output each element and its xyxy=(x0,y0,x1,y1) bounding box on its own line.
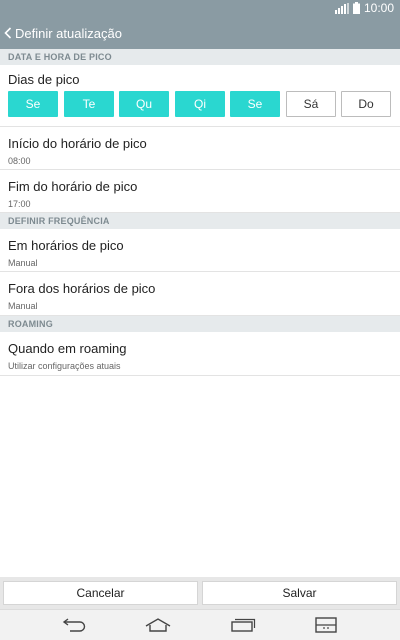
home-nav-icon[interactable] xyxy=(143,615,173,635)
peak-start-label: Início do horário de pico xyxy=(8,136,147,151)
day-toggle-sun[interactable]: Do xyxy=(341,91,391,117)
section-header-peak: DATA E HORA DE PICO xyxy=(0,49,400,65)
off-peak-row[interactable]: Fora dos horários de pico Manual xyxy=(0,272,400,316)
page-title: Definir atualização xyxy=(15,25,122,41)
in-peak-value: Manual xyxy=(8,258,38,268)
day-toggle-tue[interactable]: Te xyxy=(64,91,114,117)
roaming-row[interactable]: Quando em roaming Utilizar configurações… xyxy=(0,332,400,376)
day-toggle-mon[interactable]: Se xyxy=(8,91,58,117)
day-toggle-wed[interactable]: Qu xyxy=(119,91,169,117)
peak-end-label: Fim do horário de pico xyxy=(8,179,138,194)
back-nav-icon[interactable] xyxy=(59,615,89,635)
in-peak-label: Em horários de pico xyxy=(8,238,124,253)
back-header[interactable]: Definir atualização xyxy=(0,17,400,49)
save-button[interactable]: Salvar xyxy=(202,581,397,605)
peak-days-label: Dias de pico xyxy=(8,72,80,87)
peak-start-row[interactable]: Início do horário de pico 08:00 xyxy=(0,127,400,170)
day-toggle-sat[interactable]: Sá xyxy=(286,91,336,117)
dual-window-icon[interactable] xyxy=(311,615,341,635)
chevron-left-icon[interactable] xyxy=(2,25,14,41)
peak-start-value: 08:00 xyxy=(8,156,31,166)
recent-apps-icon[interactable] xyxy=(228,615,258,635)
off-peak-label: Fora dos horários de pico xyxy=(8,281,156,296)
navigation-bar xyxy=(0,609,400,640)
section-header-frequency: DEFINIR FREQUÊNCIA xyxy=(0,213,400,229)
peak-days-row: Dias de pico Se Te Qu Qi Se Sá Do xyxy=(0,66,400,127)
status-bar: 10:00 xyxy=(0,0,400,17)
cancel-button[interactable]: Cancelar xyxy=(3,581,198,605)
roaming-value: Utilizar configurações atuais xyxy=(8,361,121,371)
day-toggle-thu[interactable]: Qi xyxy=(175,91,225,117)
status-icons: 10:00 xyxy=(334,1,394,15)
battery-icon xyxy=(352,2,360,14)
action-bar: Cancelar Salvar xyxy=(0,577,400,609)
peak-end-row[interactable]: Fim do horário de pico 17:00 xyxy=(0,170,400,213)
peak-end-value: 17:00 xyxy=(8,199,31,209)
section-header-roaming: ROAMING xyxy=(0,316,400,332)
in-peak-row[interactable]: Em horários de pico Manual xyxy=(0,229,400,272)
status-time: 10:00 xyxy=(363,1,394,15)
roaming-label: Quando em roaming xyxy=(8,341,127,356)
off-peak-value: Manual xyxy=(8,301,38,311)
day-toggle-fri[interactable]: Se xyxy=(230,91,280,117)
signal-icon xyxy=(334,2,349,14)
